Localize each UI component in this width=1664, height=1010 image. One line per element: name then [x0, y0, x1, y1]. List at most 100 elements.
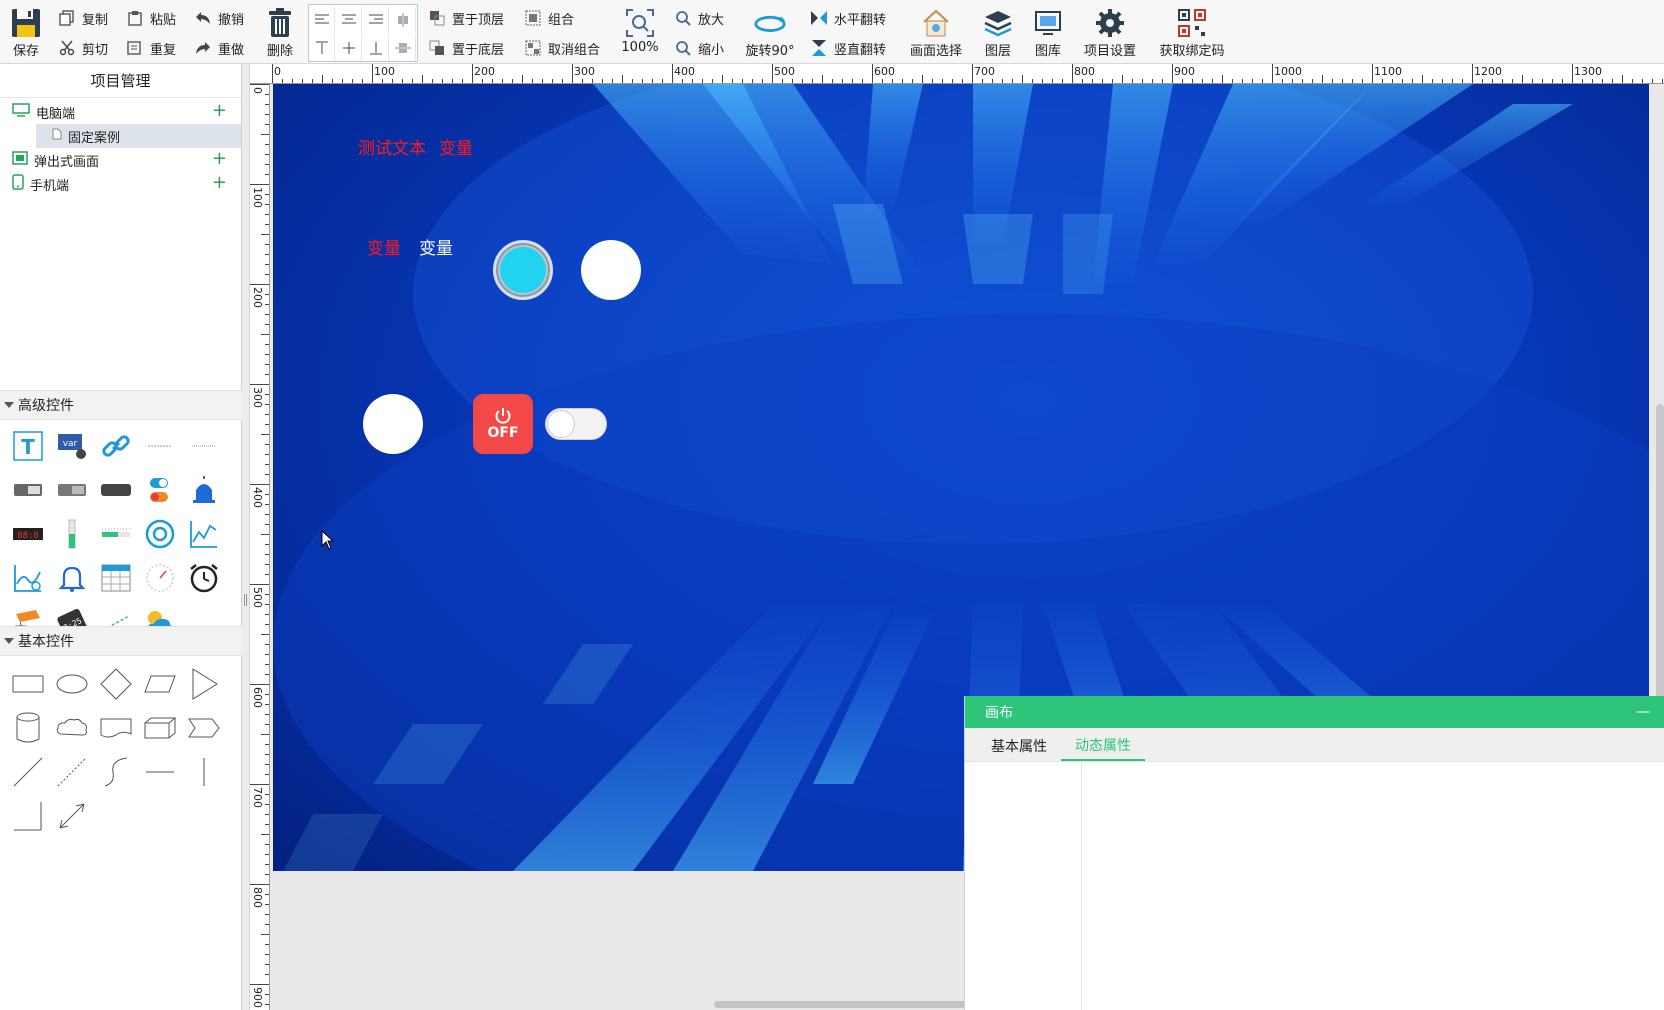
advanced-controls-header[interactable]: 高级控件 [0, 390, 242, 420]
tree-item-fixed-case[interactable]: 固定案例 [36, 124, 241, 148]
group-button[interactable]: 组合 [524, 6, 574, 30]
toggle-switch[interactable] [545, 408, 607, 440]
layers-button[interactable]: 图层 [980, 6, 1016, 59]
ctrl-gauge[interactable] [138, 556, 182, 600]
ctrl-clock[interactable] [182, 556, 226, 600]
tree-item-popup[interactable]: 弹出式画面 + [0, 148, 241, 172]
canvas-variable-text-3[interactable]: 变量 [419, 234, 453, 259]
repeat-button[interactable]: 重复 [126, 36, 176, 60]
tree-item-pc[interactable]: 电脑端 + [0, 100, 241, 124]
ctrl-thermometer[interactable] [50, 512, 94, 556]
flip-v-button[interactable]: 竖直翻转 [810, 36, 886, 60]
add-icon[interactable]: + [212, 174, 227, 192]
ctrl-switch[interactable] [138, 468, 182, 512]
shape-triangle[interactable] [182, 662, 226, 706]
align-left-button[interactable] [309, 7, 335, 33]
vertical-scrollbar[interactable] [1656, 404, 1664, 704]
basic-controls-header[interactable]: 基本控件 [0, 626, 242, 656]
bring-top-button[interactable]: 置于顶层 [428, 6, 504, 30]
zoom-out-button[interactable]: 缩小 [674, 36, 724, 60]
align-bottom-button[interactable] [363, 35, 389, 61]
page-icon [52, 128, 62, 144]
screen-select-button[interactable]: 画面选择 [906, 6, 966, 59]
ctrl-scroll-text[interactable] [138, 424, 182, 468]
shape-ellipse[interactable] [50, 662, 94, 706]
ctrl-numeric-input[interactable] [50, 468, 94, 512]
zoom-reset-button[interactable]: 100% [620, 6, 660, 55]
ctrl-numeric-display[interactable] [6, 468, 50, 512]
shape-hline[interactable] [138, 750, 182, 794]
gallery-button[interactable]: 图库 [1030, 6, 1066, 59]
ctrl-history-chart[interactable] [6, 556, 50, 600]
rotate-button[interactable]: 旋转90° [742, 6, 798, 59]
ctrl-text[interactable]: T [6, 424, 50, 468]
align-middle-button[interactable] [336, 35, 362, 61]
indicator-light-cyan[interactable] [493, 240, 553, 300]
tab-dynamic-properties[interactable]: 动态属性 [1061, 731, 1145, 761]
shape-arrow[interactable] [50, 794, 94, 838]
add-icon[interactable]: + [212, 102, 227, 120]
ellipse-icon [56, 674, 88, 694]
ctrl-variable[interactable]: var [50, 424, 94, 468]
shape-vline[interactable] [182, 750, 226, 794]
ruler-tick [1392, 79, 1393, 83]
canvas-variable-text-2[interactable]: 变量 [367, 234, 401, 259]
indicator-light-white-2[interactable] [363, 394, 423, 454]
power-button[interactable]: OFF [473, 394, 533, 454]
shape-elbow[interactable] [6, 794, 50, 838]
redo-label: 重做 [218, 42, 245, 58]
shape-cloud[interactable] [50, 706, 94, 750]
shape-cube[interactable] [138, 706, 182, 750]
shape-document[interactable] [94, 706, 138, 750]
paste-button[interactable]: 粘贴 [126, 6, 176, 30]
minimize-button[interactable]: — [1636, 704, 1650, 720]
horizontal-scrollbar[interactable] [714, 1001, 974, 1008]
save-button[interactable]: 保存 [8, 6, 44, 59]
redo-button[interactable]: 重做 [194, 36, 244, 60]
binding-code-button[interactable]: 获取绑定码 [1156, 6, 1228, 59]
distribute-h-button[interactable] [390, 7, 416, 33]
shape-curve[interactable] [94, 750, 138, 794]
shape-rectangle[interactable] [6, 662, 50, 706]
align-top-button[interactable] [309, 35, 335, 61]
project-settings-button[interactable]: 项目设置 [1080, 6, 1140, 59]
panel-splitter[interactable] [242, 64, 250, 1010]
ctrl-table[interactable] [94, 556, 138, 600]
send-bottom-button[interactable]: 置于底层 [428, 36, 504, 60]
ctrl-button[interactable] [94, 468, 138, 512]
undo-button[interactable]: 撤销 [194, 6, 244, 30]
ctrl-line-chart[interactable] [182, 512, 226, 556]
properties-divider [1081, 762, 1082, 1010]
ctrl-ring[interactable] [138, 512, 182, 556]
canvas-variable-text-1[interactable]: 变量 [439, 134, 473, 159]
ctrl-dynamic-text[interactable] [182, 424, 226, 468]
cut-button[interactable]: 剪切 [58, 36, 108, 60]
ctrl-alarm[interactable] [50, 556, 94, 600]
ctrl-progress-bar[interactable] [94, 512, 138, 556]
shape-dotted-line[interactable] [50, 750, 94, 794]
indicator-light-white[interactable] [581, 240, 641, 300]
align-center-button[interactable] [336, 7, 362, 33]
delete-button[interactable]: 删除 [262, 6, 298, 59]
shape-parallelogram[interactable] [138, 662, 182, 706]
shape-diamond[interactable] [94, 662, 138, 706]
save-icon [9, 6, 43, 40]
shape-cylinder[interactable] [6, 706, 50, 750]
flip-h-button[interactable]: 水平翻转 [810, 6, 886, 30]
tab-basic-properties[interactable]: 基本属性 [977, 731, 1061, 761]
shape-step[interactable] [182, 706, 226, 750]
cursor-arrow-icon [321, 529, 335, 550]
ctrl-led-digits[interactable]: 88:8 [6, 512, 50, 556]
ctrl-alarm-light[interactable] [182, 468, 226, 512]
distribute-v-button[interactable] [390, 35, 416, 61]
shape-line[interactable] [6, 750, 50, 794]
add-icon[interactable]: + [212, 150, 227, 168]
zoom-in-button[interactable]: 放大 [674, 6, 724, 30]
align-right-button[interactable] [363, 7, 389, 33]
ctrl-link[interactable] [94, 424, 138, 468]
copy-button[interactable]: 复制 [58, 6, 108, 30]
ruler-tick [892, 79, 893, 83]
tree-item-mobile[interactable]: 手机端 + [0, 172, 241, 196]
ungroup-button[interactable]: 取消组合 [524, 36, 600, 60]
canvas-test-text[interactable]: 测试文本 [358, 134, 426, 159]
